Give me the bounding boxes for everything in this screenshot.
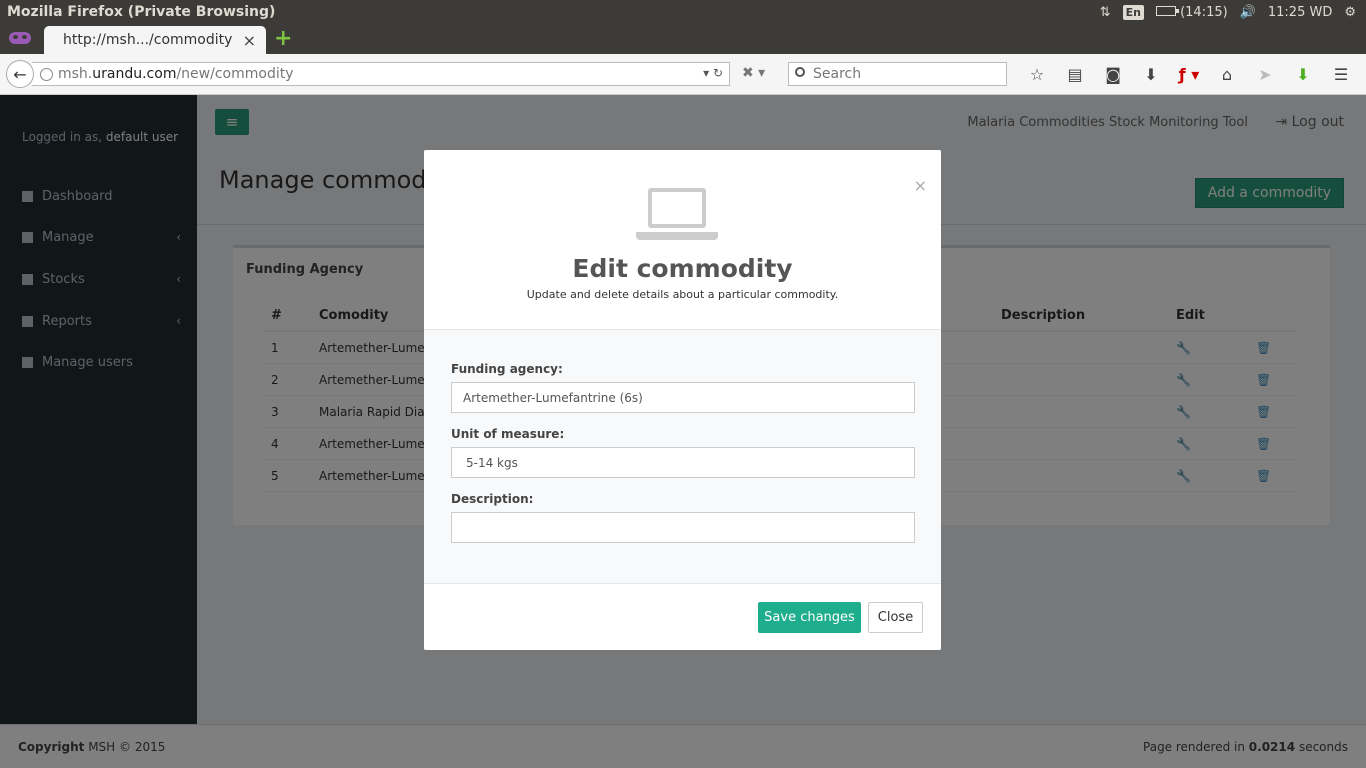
dropdown-arrow-icon[interactable]: ▾ bbox=[703, 66, 709, 80]
unit-of-measure-field[interactable] bbox=[451, 447, 915, 478]
settings-gear-icon[interactable]: ⚙ bbox=[1344, 5, 1356, 20]
save-changes-button[interactable]: Save changes bbox=[758, 602, 861, 633]
reload-icon[interactable]: ↻ bbox=[713, 66, 723, 80]
send-icon[interactable]: ➤ bbox=[1246, 62, 1284, 86]
back-arrow-icon: ← bbox=[13, 64, 27, 84]
search-input[interactable]: Search bbox=[788, 62, 1007, 86]
tab-close-icon[interactable]: × bbox=[243, 31, 256, 50]
url-bar[interactable]: msh. urandu.com/new/commodity ▾ ↻ bbox=[32, 62, 730, 86]
clock[interactable]: 11:25 WD bbox=[1268, 5, 1332, 20]
pocket-icon[interactable]: ◙ bbox=[1094, 62, 1132, 86]
close-button[interactable]: Close bbox=[868, 602, 923, 633]
download-helper-icon[interactable]: ⬇ bbox=[1284, 62, 1322, 86]
unit-of-measure-label: Unit of measure: bbox=[451, 427, 565, 441]
battery-icon bbox=[1155, 5, 1179, 16]
modal-close-icon[interactable]: × bbox=[914, 176, 927, 195]
battery-indicator[interactable]: (14:15) bbox=[1155, 4, 1228, 20]
search-icon bbox=[795, 67, 805, 77]
back-button[interactable]: ← bbox=[6, 60, 34, 88]
flash-icon[interactable]: ƒ ▾ bbox=[1170, 62, 1208, 86]
os-indicators: ⇅ En (14:15) 🔊 11:25 WD ⚙ bbox=[1100, 0, 1356, 24]
modal-footer: Save changes Close bbox=[424, 583, 941, 650]
laptop-base-icon bbox=[636, 232, 718, 240]
battery-time: (14:15) bbox=[1180, 4, 1228, 20]
toolbar-icons: ☆ ▤ ◙ ⬇ ƒ ▾ ⌂ ➤ ⬇ ☰ bbox=[1018, 62, 1360, 86]
home-icon[interactable]: ⌂ bbox=[1208, 62, 1246, 86]
laptop-icon bbox=[648, 188, 706, 228]
modal-header: × Edit commodity Update and delete detai… bbox=[424, 150, 941, 330]
description-field[interactable] bbox=[451, 512, 915, 543]
edit-commodity-modal: × Edit commodity Update and delete detai… bbox=[424, 150, 941, 650]
url-tools: ▾ ↻ bbox=[703, 66, 723, 80]
url-prefix: msh. bbox=[58, 66, 93, 82]
funding-agency-field[interactable] bbox=[451, 382, 915, 413]
browser-tab[interactable]: http://msh.../commodity × bbox=[44, 26, 266, 54]
tab-bar: http://msh.../commodity × + bbox=[0, 24, 1366, 54]
volume-icon[interactable]: 🔊 bbox=[1240, 5, 1256, 20]
modal-body: Funding agency: Unit of measure: Descrip… bbox=[424, 330, 941, 584]
window-title: Mozilla Firefox (Private Browsing) bbox=[7, 4, 276, 20]
menu-icon[interactable]: ☰ bbox=[1322, 62, 1360, 86]
reading-list-icon[interactable]: ▤ bbox=[1056, 62, 1094, 86]
modal-title: Edit commodity bbox=[572, 254, 793, 283]
bookmark-star-icon[interactable]: ☆ bbox=[1018, 62, 1056, 86]
keyboard-layout[interactable]: En bbox=[1122, 4, 1144, 20]
private-browsing-mask-icon bbox=[9, 32, 31, 44]
network-icon[interactable]: ⇅ bbox=[1100, 5, 1111, 20]
tab-title: http://msh.../commodity bbox=[63, 32, 233, 48]
new-tab-icon[interactable]: + bbox=[274, 28, 292, 50]
search-placeholder: Search bbox=[813, 66, 862, 82]
downloads-icon[interactable]: ⬇ bbox=[1132, 62, 1170, 86]
globe-icon bbox=[40, 68, 53, 81]
extension-blocked-icon[interactable]: ✖ ▾ bbox=[742, 65, 765, 81]
funding-agency-label: Funding agency: bbox=[451, 362, 563, 376]
modal-subtitle: Update and delete details about a partic… bbox=[526, 288, 839, 301]
description-label: Description: bbox=[451, 492, 534, 506]
navigation-bar: msh. urandu.com/new/commodity ▾ ↻ ← ✖ ▾ S… bbox=[0, 54, 1366, 95]
os-top-bar: Mozilla Firefox (Private Browsing) ⇅ En … bbox=[0, 0, 1366, 24]
url-domain: urandu.com bbox=[92, 66, 177, 82]
url-path: /new/commodity bbox=[176, 66, 294, 82]
